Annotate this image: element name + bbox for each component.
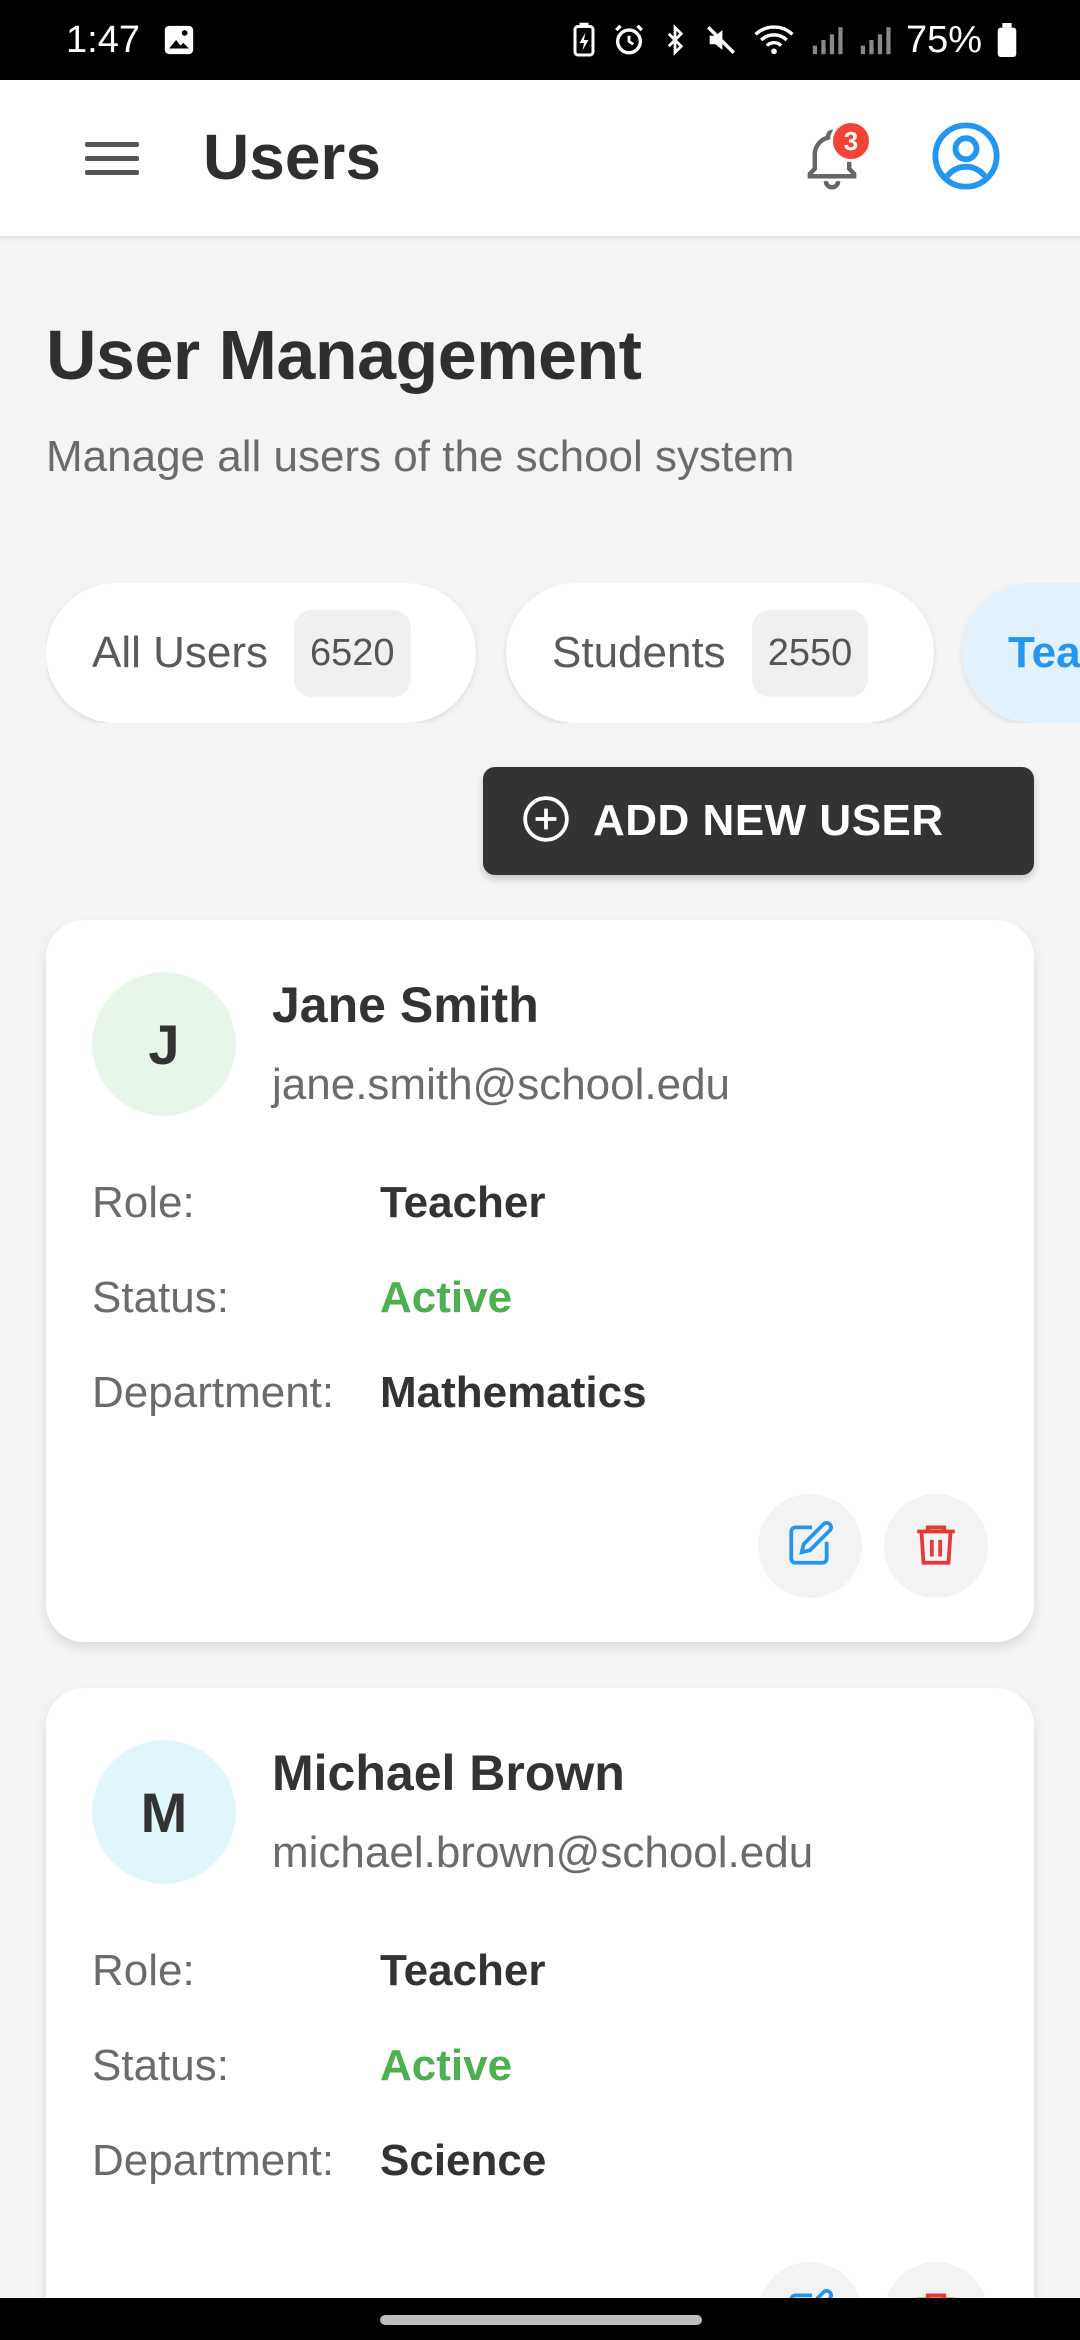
add-new-user-button[interactable]: ADD NEW USER (483, 767, 1034, 875)
mute-icon (704, 23, 738, 57)
menu-icon (85, 138, 139, 183)
battery-icon (996, 23, 1018, 57)
status-value: Active (380, 2041, 513, 2090)
status-label: Status: (92, 2041, 229, 2090)
department-row: Department: Science (92, 2136, 546, 2186)
avatar: J (92, 972, 236, 1116)
add-new-user-label: ADD NEW USER (593, 796, 944, 845)
battery-percent: 75% (905, 18, 982, 61)
department-row: Department: Mathematics (92, 1368, 647, 1418)
wifi-icon (752, 23, 796, 57)
notification-badge: 3 (830, 120, 872, 162)
account-circle-icon (931, 121, 1001, 196)
role-value: Teacher (380, 1178, 546, 1227)
user-email: michael.brown@school.edu (272, 1828, 814, 1877)
user-email: jane.smith@school.edu (272, 1060, 731, 1109)
signal-icon-2 (858, 23, 892, 57)
user-card: J Jane Smith jane.smith@school.edu Role:… (46, 920, 1034, 1642)
status-time: 1:47 (66, 18, 140, 61)
user-card: M Michael Brown michael.brown@school.edu… (46, 1688, 1034, 2340)
avatar: M (92, 1740, 236, 1884)
filter-chip-count: 6520 (294, 609, 411, 697)
signal-icon (810, 23, 844, 57)
filter-chip-students[interactable]: Students 2550 (506, 583, 934, 723)
battery-saver-icon (570, 22, 598, 58)
add-circle-icon (521, 794, 571, 849)
status-label: Status: (92, 1273, 229, 1322)
role-label: Role: (92, 1178, 195, 1227)
role-value: Teacher (380, 1946, 546, 1995)
app-bar: Users 3 (0, 80, 1080, 238)
filter-chip-label: Tea (1008, 628, 1080, 677)
edit-button[interactable] (758, 1494, 862, 1598)
filter-chip-all-users[interactable]: All Users 6520 (46, 583, 476, 723)
page-title: User Management (46, 316, 642, 394)
page-subtitle: Manage all users of the school system (46, 432, 795, 481)
delete-icon (911, 1519, 961, 1574)
filter-chip-label: Students (552, 628, 726, 677)
gallery-notification-icon (162, 23, 196, 57)
delete-button[interactable] (884, 1494, 988, 1598)
role-row: Role: Teacher (92, 1178, 546, 1228)
menu-button[interactable] (82, 130, 142, 190)
status-row: Status: Active (92, 2041, 512, 2091)
filter-chip-teachers[interactable]: Tea (962, 583, 1080, 723)
role-label: Role: (92, 1946, 195, 1995)
system-nav-bar (0, 2298, 1080, 2340)
user-name: Jane Smith (272, 977, 539, 1033)
alarm-icon (612, 23, 646, 57)
filter-chips: All Users 6520 Students 2550 Tea (46, 583, 1080, 723)
role-row: Role: Teacher (92, 1946, 546, 1996)
app-bar-title: Users (203, 121, 381, 193)
department-label: Department: (92, 1368, 335, 1417)
department-value: Science (380, 2136, 547, 2185)
status-row: Status: Active (92, 1273, 512, 1323)
status-value: Active (380, 1273, 513, 1322)
user-name: Michael Brown (272, 1745, 625, 1801)
account-button[interactable] (928, 120, 1004, 196)
filter-chip-label: All Users (92, 628, 269, 677)
bluetooth-icon (660, 23, 690, 57)
filter-chip-count: 2550 (751, 609, 869, 697)
status-bar: 1:47 75% (0, 0, 1080, 80)
department-label: Department: (92, 2136, 335, 2185)
edit-icon (785, 1519, 835, 1574)
department-value: Mathematics (380, 1368, 647, 1417)
home-gesture-handle[interactable] (380, 2315, 702, 2325)
